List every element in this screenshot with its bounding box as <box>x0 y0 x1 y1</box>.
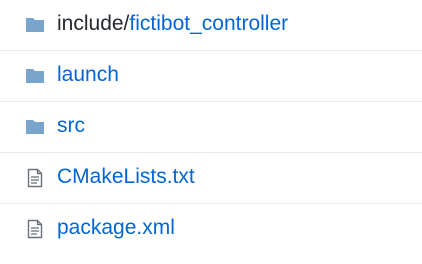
list-item[interactable]: CMakeLists.txt <box>0 153 422 204</box>
list-item[interactable]: src <box>0 102 422 153</box>
list-item[interactable]: launch <box>0 51 422 102</box>
file-link-cmakelists[interactable]: CMakeLists.txt <box>57 164 195 190</box>
file-list: include/fictibot_controller launch src C… <box>0 0 422 264</box>
folder-link-src[interactable]: src <box>57 113 85 139</box>
folder-link-fictibot-controller[interactable]: fictibot_controller <box>129 12 288 35</box>
file-text-icon <box>27 168 43 188</box>
file-name[interactable]: include/fictibot_controller <box>57 11 288 37</box>
folder-icon <box>26 69 44 83</box>
folder-icon <box>26 120 44 134</box>
file-text-icon <box>27 219 43 239</box>
list-item[interactable]: include/fictibot_controller <box>0 0 422 51</box>
folder-link-launch[interactable]: launch <box>57 62 119 88</box>
file-link-package-xml[interactable]: package.xml <box>57 215 175 241</box>
path-prefix: include/ <box>57 12 130 35</box>
list-item[interactable]: package.xml <box>0 204 422 264</box>
folder-icon <box>26 18 44 32</box>
